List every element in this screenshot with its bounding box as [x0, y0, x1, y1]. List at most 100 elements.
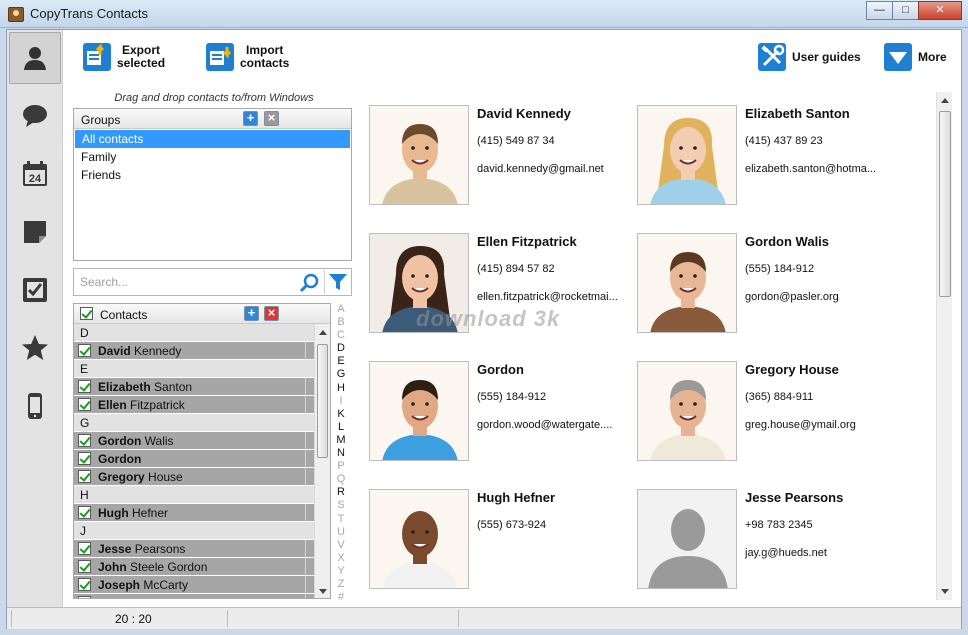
nav-notes[interactable]	[9, 206, 61, 258]
alphabet-letter[interactable]: E	[334, 355, 348, 368]
contact-checkbox[interactable]	[78, 542, 91, 556]
user-guides-button[interactable]: User guides	[758, 40, 861, 74]
contact-checkbox[interactable]	[78, 560, 91, 574]
contact-list-row[interactable]: Jesse Pearsons	[74, 540, 330, 558]
alphabet-letter[interactable]: C	[334, 329, 348, 342]
contact-email: jay.g@hueds.net	[745, 547, 827, 559]
contact-list-row[interactable]: Gordon	[74, 450, 330, 468]
alphabet-letter[interactable]: I	[334, 395, 348, 408]
cards-scrollbar[interactable]	[936, 92, 952, 600]
contact-card[interactable]: Hugh Hefner (555) 673-924	[363, 476, 631, 589]
alphabet-letter[interactable]: K	[334, 408, 348, 421]
alphabet-letter[interactable]: #	[334, 591, 348, 604]
delete-group-button[interactable]: ×	[264, 111, 279, 126]
alphabet-letter[interactable]: R	[334, 486, 348, 499]
contact-name: Ellen Fitzpatrick	[477, 234, 577, 249]
contact-list-row[interactable]: Gordon Walis	[74, 432, 330, 450]
maximize-button[interactable]: □	[892, 1, 919, 20]
add-group-button[interactable]: +	[243, 111, 258, 126]
groups-title: Groups	[81, 113, 121, 127]
contact-checkbox[interactable]	[78, 344, 91, 358]
minimize-button[interactable]: —	[866, 1, 893, 20]
contact-checkbox[interactable]	[78, 452, 91, 466]
search-input[interactable]	[80, 274, 300, 290]
contact-photo	[369, 489, 469, 589]
alphabet-letter[interactable]: T	[334, 513, 348, 526]
contact-checkbox[interactable]	[78, 578, 91, 592]
contact-checkbox[interactable]	[78, 596, 91, 598]
group-item-family[interactable]: Family	[74, 148, 351, 166]
more-button[interactable]: More	[884, 40, 947, 74]
contacts-list-title: Contacts	[100, 308, 148, 322]
cards-scrollbar-thumb[interactable]	[939, 111, 951, 297]
contact-list-row[interactable]: Hugh Hefner	[74, 504, 330, 522]
alphabet-letter[interactable]: P	[334, 460, 348, 473]
groups-panel: Groups + × All contacts Family Friends	[73, 108, 352, 261]
alphabet-letter[interactable]: L	[334, 421, 348, 434]
add-contact-button[interactable]: +	[244, 306, 259, 321]
contact-card[interactable]: Gordon Walis (555) 184-912 gordon@pasler.o…	[631, 220, 899, 333]
letter-header: J	[74, 522, 330, 540]
group-item-friends[interactable]: Friends	[74, 166, 351, 184]
filter-button[interactable]	[324, 270, 350, 294]
contact-card[interactable]: Gordon (555) 184-912 gordon.wood@watergate…	[363, 348, 631, 461]
delete-contact-button[interactable]: ×	[264, 306, 279, 321]
contact-checkbox[interactable]	[78, 380, 91, 394]
scroll-up-arrow[interactable]	[319, 330, 327, 335]
nav-contacts[interactable]	[9, 32, 61, 84]
nav-device[interactable]	[9, 380, 61, 432]
cards-scroll-down-arrow[interactable]	[941, 589, 949, 594]
drag-drop-hint: Drag and drop contacts to/from Windows	[114, 92, 314, 104]
alphabet-letter[interactable]: B	[334, 316, 348, 329]
contact-list-row[interactable]: John Steele Gordon	[74, 558, 330, 576]
contacts-scrollbar[interactable]	[314, 324, 330, 598]
alphabet-letter[interactable]: S	[334, 499, 348, 512]
contact-card[interactable]: Jesse Pearsons +98 783 2345 jay.g@hueds.ne…	[631, 476, 899, 589]
contact-checkbox[interactable]	[78, 434, 91, 448]
alphabet-letter[interactable]: V	[334, 539, 348, 552]
nav-bookmarks[interactable]	[9, 322, 61, 374]
contact-list-row[interactable]: Joseph Smith	[74, 594, 330, 598]
row-separator	[305, 468, 306, 486]
contact-name: Gordon	[477, 362, 524, 377]
alphabet-letter[interactable]: Z	[334, 578, 348, 591]
nav-tasks[interactable]	[9, 264, 61, 316]
contact-list-row[interactable]: Gregory House	[74, 468, 330, 486]
row-separator	[305, 576, 306, 594]
contact-first-name: Joseph	[98, 596, 140, 598]
cards-scroll-up-arrow[interactable]	[941, 98, 949, 103]
alphabet-letter[interactable]: X	[334, 552, 348, 565]
contact-checkbox[interactable]	[78, 398, 91, 412]
contact-card[interactable]: David Kennedy (415) 549 87 34 david.kenned…	[363, 92, 631, 205]
contact-list-row[interactable]: Joseph McCarty	[74, 576, 330, 594]
import-contacts-button[interactable]: Import contacts	[206, 40, 289, 74]
select-all-checkbox[interactable]	[80, 307, 93, 320]
contact-card[interactable]: Elizabeth Santon (415) 437 89 23 elizabeth…	[631, 92, 899, 205]
alphabet-letter[interactable]: G	[334, 368, 348, 381]
nav-messages[interactable]	[9, 90, 61, 142]
contact-checkbox[interactable]	[78, 470, 91, 484]
contact-checkbox[interactable]	[78, 506, 91, 520]
contact-list-row[interactable]: Ellen Fitzpatrick	[74, 396, 330, 414]
close-button[interactable]: ✕	[918, 1, 962, 20]
alphabet-letter[interactable]: H	[334, 382, 348, 395]
contact-email: ellen.fitzpatrick@rocketmai...	[477, 291, 618, 303]
left-navigation: 24	[7, 30, 63, 607]
alphabet-letter[interactable]: U	[334, 526, 348, 539]
alphabet-letter[interactable]: A	[334, 303, 348, 316]
alphabet-letter[interactable]: Y	[334, 565, 348, 578]
alphabet-letter[interactable]: N	[334, 447, 348, 460]
alphabet-letter[interactable]: D	[334, 342, 348, 355]
export-label-line2: selected	[117, 56, 166, 70]
alphabet-letter[interactable]: M	[334, 434, 348, 447]
scroll-down-arrow[interactable]	[319, 589, 327, 594]
contact-card[interactable]: Gregory House (365) 884-911 greg.house@yma…	[631, 348, 899, 461]
scrollbar-thumb[interactable]	[317, 344, 328, 458]
search-icon[interactable]	[299, 273, 319, 293]
contact-list-row[interactable]: Elizabeth Santon	[74, 378, 330, 396]
contact-list-row[interactable]: David Kennedy	[74, 342, 330, 360]
nav-calendar[interactable]: 24	[9, 148, 61, 200]
group-item-all-contacts[interactable]: All contacts	[75, 130, 350, 148]
export-selected-button[interactable]: Export selected	[83, 40, 165, 74]
alphabet-letter[interactable]: Q	[334, 473, 348, 486]
